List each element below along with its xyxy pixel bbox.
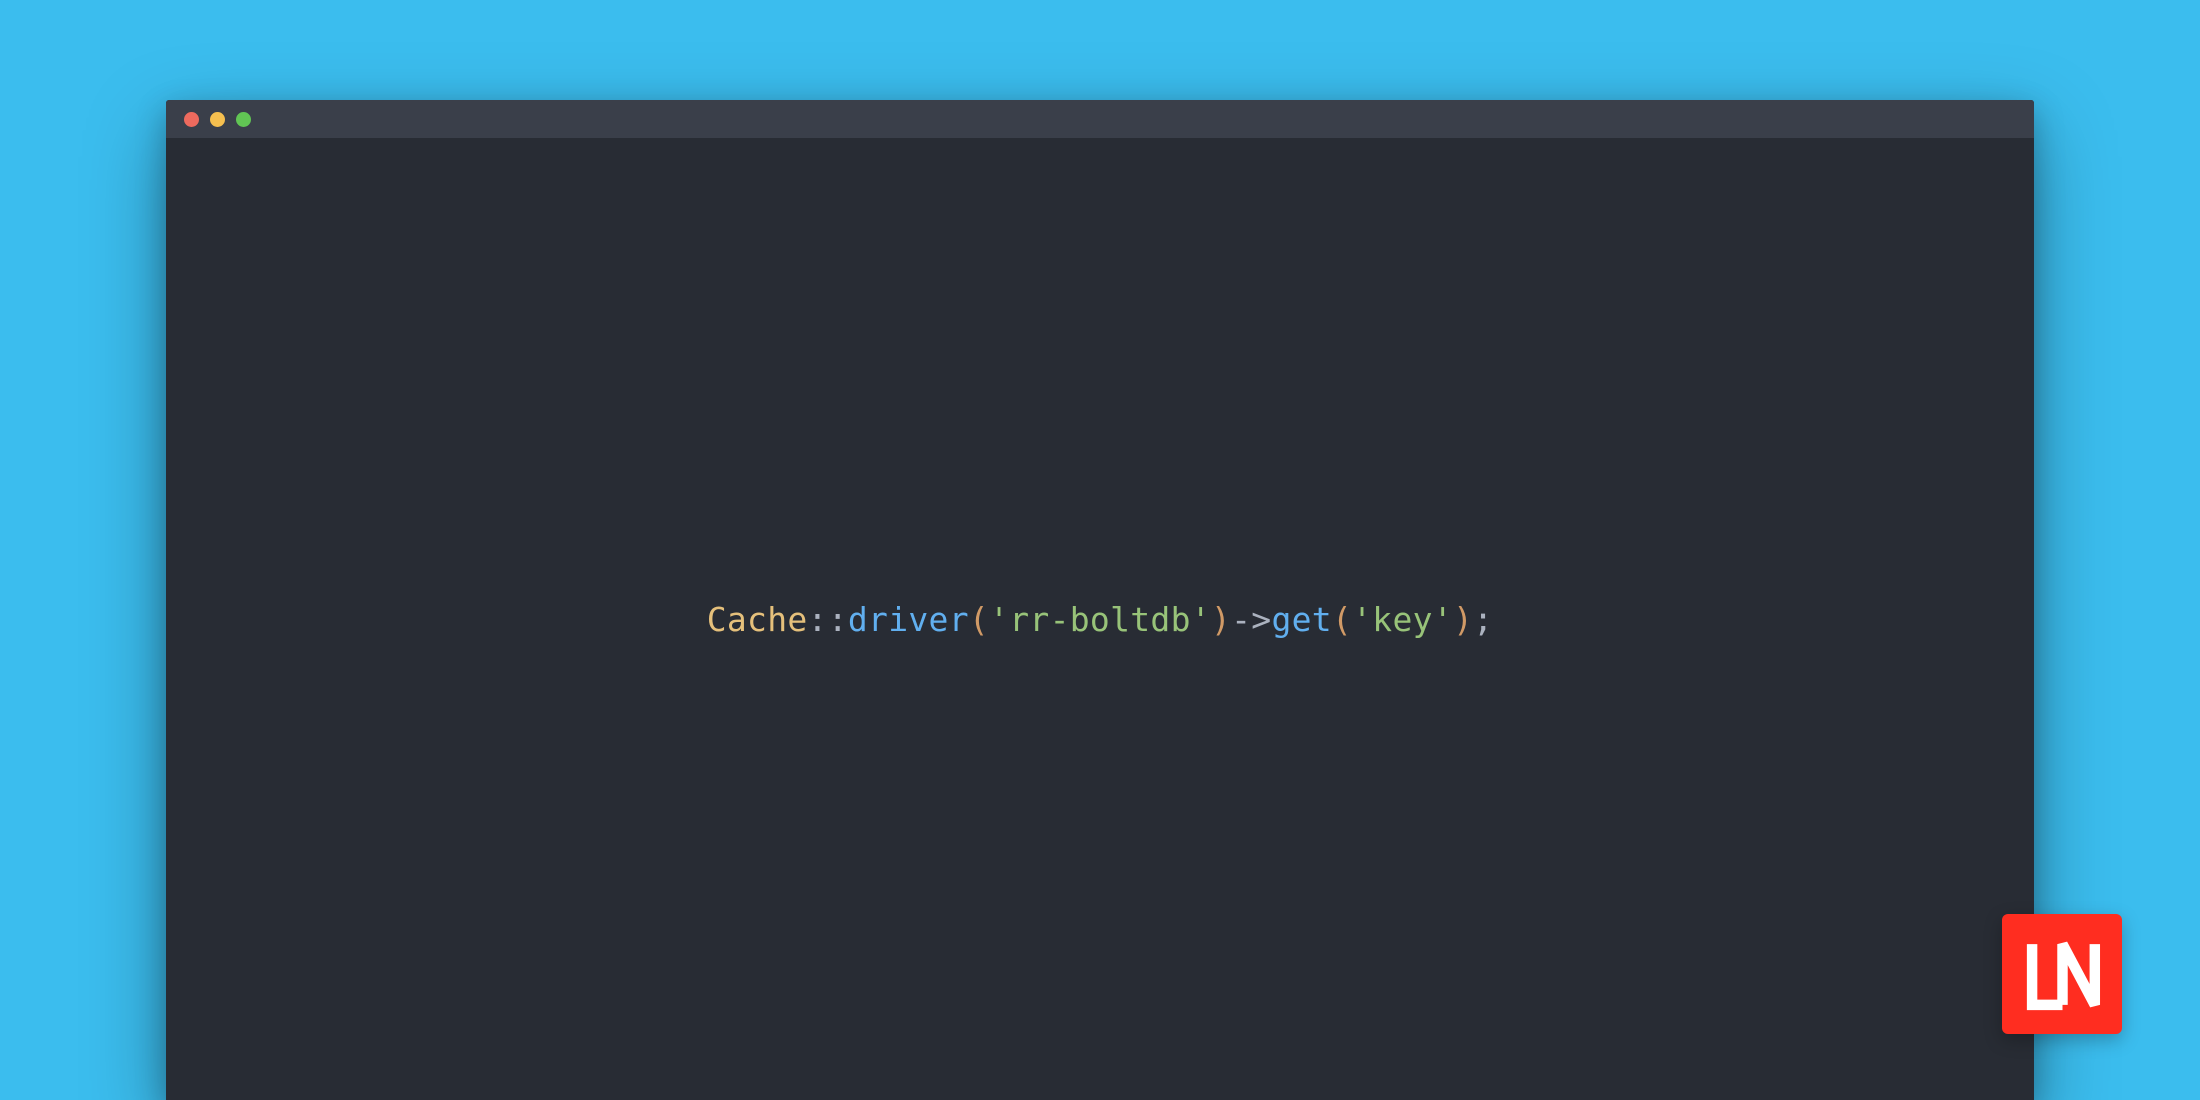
minimize-icon[interactable] <box>210 112 225 127</box>
ln-logo-icon <box>2015 927 2110 1022</box>
code-token-paren: ( <box>1332 600 1352 639</box>
code-token-paren: ) <box>1211 600 1231 639</box>
code-token-class: Cache <box>707 600 808 639</box>
code-token-method: get <box>1271 600 1332 639</box>
code-token-paren: ( <box>969 600 989 639</box>
code-token-string: 'rr-boltdb' <box>989 600 1211 639</box>
editor-window: Cache::driver('rr-boltdb')->get('key'); <box>166 100 2034 1100</box>
code-token-string: 'key' <box>1352 600 1453 639</box>
logo-badge <box>2002 914 2122 1034</box>
code-line: Cache::driver('rr-boltdb')->get('key'); <box>707 600 1494 639</box>
code-token-method: driver <box>848 600 969 639</box>
maximize-icon[interactable] <box>236 112 251 127</box>
code-token-semicolon: ; <box>1473 600 1493 639</box>
window-title-bar <box>166 100 2034 138</box>
code-token-arrow: -> <box>1231 600 1271 639</box>
code-token-scope: :: <box>808 600 848 639</box>
code-token-paren: ) <box>1453 600 1473 639</box>
editor-body: Cache::driver('rr-boltdb')->get('key'); <box>166 138 2034 1100</box>
close-icon[interactable] <box>184 112 199 127</box>
